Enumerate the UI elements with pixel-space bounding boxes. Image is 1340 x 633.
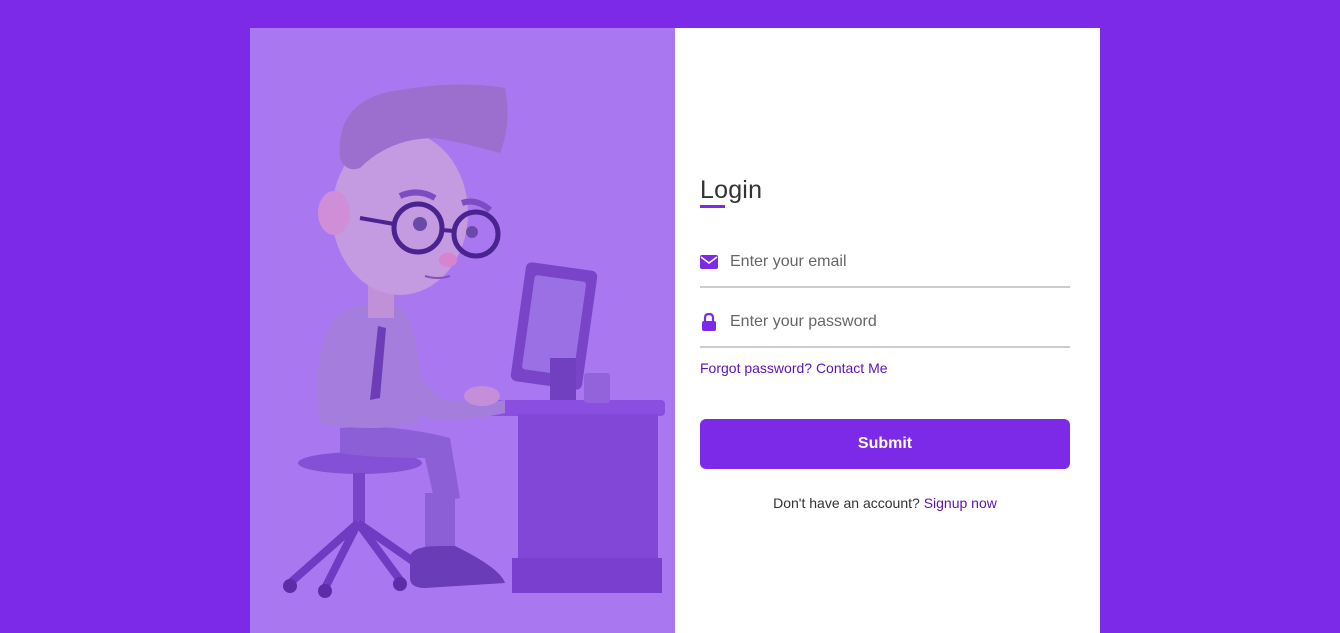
email-input[interactable] xyxy=(730,253,1050,271)
title-underline xyxy=(700,205,725,208)
signup-link[interactable]: Signup now xyxy=(924,495,997,511)
cover-illustration-panel xyxy=(250,28,675,633)
login-title: Login xyxy=(700,176,763,204)
envelope-icon xyxy=(700,253,718,271)
password-field xyxy=(700,298,1070,348)
signup-row: Don't have an account? Signup now xyxy=(700,495,1070,511)
login-card: Login Forgot password? Contact Me Submit xyxy=(250,28,1100,633)
login-form-panel: Login Forgot password? Contact Me Submit xyxy=(675,28,1100,633)
signup-prompt: Don't have an account? xyxy=(773,495,924,511)
password-input[interactable] xyxy=(730,313,1050,331)
lock-icon xyxy=(700,313,718,331)
developer-illustration xyxy=(283,84,665,598)
forgot-password-link[interactable]: Forgot password? Contact Me xyxy=(700,360,888,376)
submit-button[interactable]: Submit xyxy=(700,419,1070,469)
email-field xyxy=(700,238,1070,288)
